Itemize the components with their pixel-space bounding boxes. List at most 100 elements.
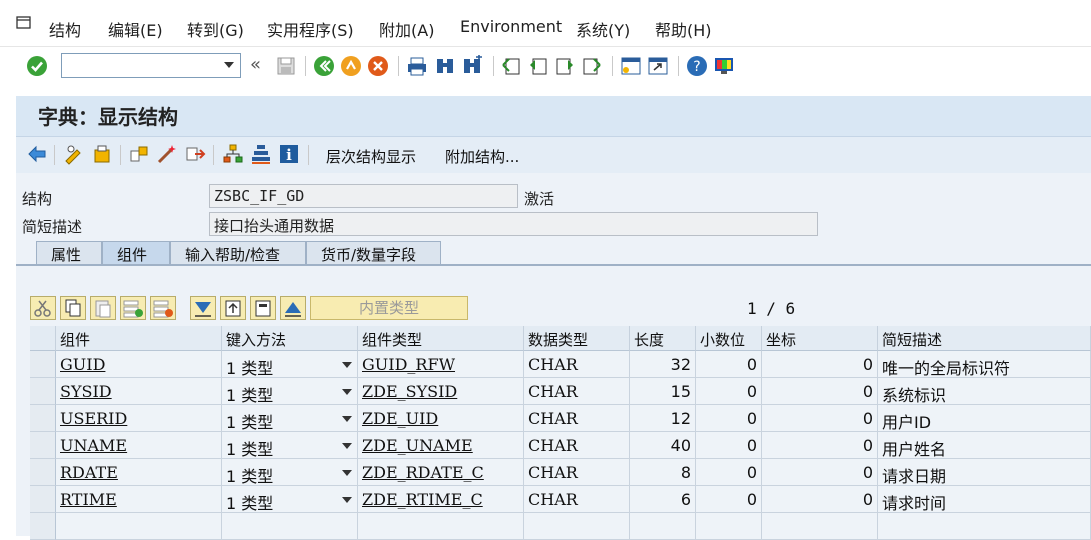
save-icon[interactable] — [275, 55, 297, 77]
structure-field[interactable]: ZSBC_IF_GD — [209, 184, 518, 208]
last-page-icon[interactable] — [581, 55, 603, 77]
cell-data-type[interactable]: CHAR — [524, 378, 630, 405]
cell-length[interactable]: 6 — [630, 486, 696, 513]
prev-entry-icon[interactable] — [250, 296, 276, 320]
cell-typing[interactable]: 1 类型 — [222, 405, 358, 432]
row-selector[interactable] — [30, 378, 56, 405]
cell-text[interactable]: ZDE_UNAME — [362, 436, 473, 455]
chevron-down-icon[interactable] — [342, 443, 352, 449]
cell-typing[interactable]: 1 类型 — [222, 486, 358, 513]
delete-row-icon[interactable] — [150, 296, 176, 320]
print-icon[interactable] — [406, 55, 428, 77]
expand-down-icon[interactable] — [190, 296, 216, 320]
cell-decimals[interactable]: 0 — [696, 432, 762, 459]
back-arrow-icon[interactable] — [26, 143, 48, 165]
tree-list-icon[interactable] — [250, 143, 272, 165]
tab-currency-fields[interactable]: 货币/数量字段 — [306, 241, 441, 265]
cell-text[interactable]: ZDE_SYSID — [362, 382, 457, 401]
cell-typing[interactable]: 1 类型 — [222, 378, 358, 405]
column-header[interactable]: 小数位 — [696, 326, 762, 351]
menu-help[interactable]: 帮助(H) — [655, 17, 712, 41]
cell-text[interactable]: GUID — [60, 355, 105, 374]
cell-text[interactable]: UNAME — [60, 436, 127, 455]
column-header[interactable]: 键入方法 — [222, 326, 358, 351]
cell-text[interactable]: ZDE_UID — [362, 409, 438, 428]
cell-component[interactable]: RDATE — [56, 459, 222, 486]
cell-data-type[interactable]: CHAR — [524, 405, 630, 432]
command-input[interactable] — [65, 55, 219, 78]
customize-layout-icon[interactable] — [713, 55, 735, 77]
first-entry-icon[interactable] — [220, 296, 246, 320]
cell-desc[interactable]: 请求时间 — [878, 486, 1091, 513]
info-icon[interactable]: i — [278, 143, 300, 165]
find-next-icon[interactable] — [461, 55, 483, 77]
cell-coord[interactable]: 0 — [762, 405, 878, 432]
cell-component[interactable]: SYSID — [56, 378, 222, 405]
cell-decimals[interactable]: 0 — [696, 378, 762, 405]
prev-page-icon[interactable] — [527, 55, 549, 77]
collapse-up-icon[interactable] — [280, 296, 306, 320]
cut-icon[interactable] — [30, 296, 56, 320]
cell-component[interactable]: UNAME — [56, 432, 222, 459]
cell-data-type[interactable]: CHAR — [524, 351, 630, 378]
append-structure-button[interactable]: 附加结构... — [445, 146, 519, 167]
other-object-icon[interactable] — [91, 143, 113, 165]
cell-text[interactable]: ZDE_RTIME_C — [362, 490, 483, 509]
menu-environment[interactable]: Environment — [460, 17, 562, 36]
cell-length[interactable]: 40 — [630, 432, 696, 459]
cell-text[interactable]: RTIME — [60, 490, 117, 509]
cell-comp-type[interactable]: ZDE_RTIME_C — [358, 486, 524, 513]
row-selector[interactable] — [30, 405, 56, 432]
cell-text[interactable]: ZDE_RDATE_C — [362, 463, 484, 482]
activate-icon[interactable] — [156, 143, 178, 165]
cell-coord[interactable]: 0 — [762, 378, 878, 405]
cell-typing[interactable]: 1 类型 — [222, 351, 358, 378]
cell-desc[interactable]: 唯一的全局标识符 — [878, 351, 1091, 378]
exit-icon[interactable] — [340, 55, 362, 77]
cell-typing[interactable]: 1 类型 — [222, 432, 358, 459]
cell-length[interactable]: 32 — [630, 351, 696, 378]
column-header[interactable]: 简短描述 — [878, 326, 1091, 351]
cell-text[interactable]: GUID_RFW — [362, 355, 455, 374]
display-change-icon[interactable] — [63, 143, 85, 165]
cell-comp-type[interactable]: ZDE_RDATE_C — [358, 459, 524, 486]
cell-text[interactable]: RDATE — [60, 463, 118, 482]
chevron-down-icon[interactable] — [342, 362, 352, 368]
cell-coord[interactable]: 0 — [762, 486, 878, 513]
cell-coord[interactable]: 0 — [762, 351, 878, 378]
copy-icon[interactable] — [60, 296, 86, 320]
chevron-down-icon[interactable] — [342, 389, 352, 395]
check-icon[interactable] — [128, 143, 150, 165]
back-arrows-icon[interactable]: « — [250, 54, 272, 76]
hierarchy-icon[interactable] — [222, 143, 244, 165]
menu-system[interactable]: 系统(Y) — [576, 17, 630, 41]
new-session-icon[interactable] — [620, 55, 642, 77]
cell-coord[interactable]: 0 — [762, 459, 878, 486]
select-all-header[interactable] — [30, 326, 56, 351]
cell-text[interactable]: SYSID — [60, 382, 112, 401]
menu-extras[interactable]: 附加(A) — [379, 17, 434, 41]
cell-decimals[interactable]: 0 — [696, 405, 762, 432]
menu-utilities[interactable]: 实用程序(S) — [267, 17, 354, 41]
column-header[interactable]: 组件类型 — [358, 326, 524, 351]
cell-data-type[interactable]: CHAR — [524, 432, 630, 459]
cell-coord[interactable]: 0 — [762, 432, 878, 459]
row-selector[interactable] — [30, 351, 56, 378]
short-desc-field[interactable]: 接口抬头通用数据 — [209, 212, 818, 236]
cell-desc[interactable]: 用户姓名 — [878, 432, 1091, 459]
find-icon[interactable] — [434, 55, 456, 77]
cell-length[interactable]: 15 — [630, 378, 696, 405]
cell-length[interactable]: 8 — [630, 459, 696, 486]
cell-data-type[interactable]: CHAR — [524, 459, 630, 486]
paste-icon[interactable] — [90, 296, 116, 320]
column-header[interactable]: 长度 — [630, 326, 696, 351]
cell-typing[interactable]: 1 类型 — [222, 459, 358, 486]
menu-goto[interactable]: 转到(G) — [187, 17, 244, 41]
chevron-down-icon[interactable] — [224, 62, 234, 68]
next-page-icon[interactable] — [554, 55, 576, 77]
cell-component[interactable]: RTIME — [56, 486, 222, 513]
cell-desc[interactable]: 用户ID — [878, 405, 1091, 432]
cell-comp-type[interactable]: ZDE_UID — [358, 405, 524, 432]
cell-data-type[interactable]: CHAR — [524, 486, 630, 513]
row-selector[interactable] — [30, 459, 56, 486]
